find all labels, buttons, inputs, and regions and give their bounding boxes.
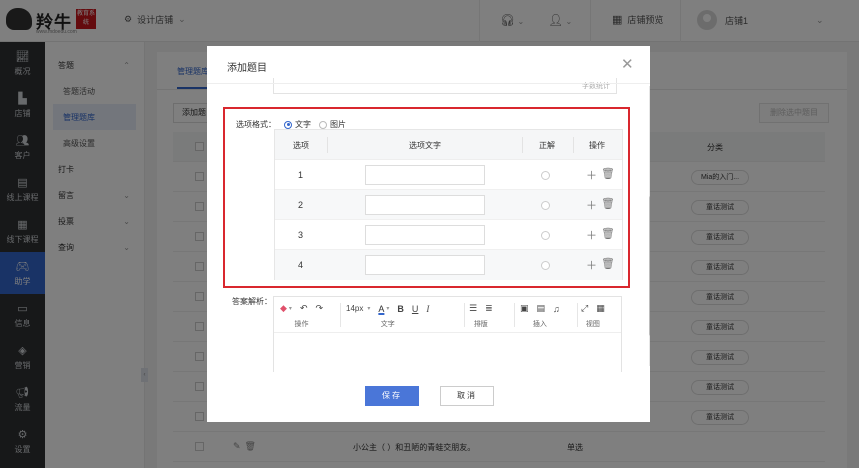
- modal-header: 添加题目 ✕: [207, 46, 650, 84]
- option-number: 4: [298, 260, 304, 270]
- trash-icon[interactable]: 🗑︎: [601, 197, 615, 213]
- toolbar-label: 操作: [294, 321, 309, 328]
- option-text-input[interactable]: [365, 195, 485, 215]
- option-actions: ＋ 🗑︎: [586, 197, 615, 213]
- undo-icon[interactable]: ↶: [300, 303, 308, 314]
- italic-icon[interactable]: I: [426, 304, 429, 314]
- col-option-text: 选项文字: [409, 141, 441, 150]
- plus-icon[interactable]: ＋: [586, 227, 597, 243]
- preview-icon[interactable]: ▦: [596, 303, 605, 314]
- toolbar-label: 文字: [380, 321, 395, 328]
- option-row: 2 ＋ 🗑︎: [275, 190, 622, 220]
- option-number: 3: [298, 230, 304, 240]
- bold-icon[interactable]: B: [397, 304, 404, 314]
- option-row: 4 ＋ 🗑︎: [275, 250, 622, 280]
- cancel-button[interactable]: 取消: [440, 386, 494, 406]
- divider: [577, 303, 578, 327]
- modal-title: 添加题目: [227, 63, 267, 74]
- toolbar-group-ops: ◆ ▾ ↶ ↷ 操作: [280, 302, 323, 329]
- option-actions: ＋ 🗑︎: [586, 227, 615, 243]
- correct-radio[interactable]: [541, 231, 550, 240]
- chevron-down-icon: ▾: [367, 306, 371, 312]
- plus-icon[interactable]: ＋: [586, 257, 597, 273]
- correct-radio[interactable]: [541, 261, 550, 270]
- toolbar-label: 排版: [473, 321, 488, 328]
- toolbar-group-insert: ▣ ▤ ♫ 插入: [520, 302, 560, 329]
- plus-icon[interactable]: ＋: [586, 197, 597, 213]
- align-icon[interactable]: ☰: [469, 303, 477, 314]
- radio-checked-icon: [284, 120, 292, 129]
- divider: [522, 137, 523, 153]
- fullscreen-icon[interactable]: ⤢: [581, 303, 588, 314]
- options-table-header: 选项 选项文字 正解 操作: [275, 130, 622, 160]
- video-icon[interactable]: ▤: [537, 303, 546, 314]
- option-number: 2: [298, 200, 304, 210]
- font-color-icon[interactable]: A: [378, 304, 384, 314]
- underline-icon[interactable]: U: [412, 304, 419, 314]
- analysis-label: 答案解析：: [232, 297, 272, 306]
- trash-icon[interactable]: 🗑︎: [601, 227, 615, 243]
- radio-unchecked-icon: [319, 120, 327, 129]
- trash-icon[interactable]: 🗑︎: [601, 167, 615, 183]
- col-correct: 正解: [539, 141, 555, 150]
- indent-icon[interactable]: ≣: [485, 303, 493, 314]
- divider: [327, 137, 328, 153]
- divider: [573, 137, 574, 153]
- option-actions: ＋ 🗑︎: [586, 167, 615, 183]
- eraser-icon[interactable]: ◆: [280, 303, 287, 314]
- correct-radio[interactable]: [541, 201, 550, 210]
- divider: [514, 303, 515, 327]
- toolbar-label: 插入: [532, 321, 547, 328]
- option-row: 1 ＋ 🗑︎: [275, 160, 622, 190]
- trash-icon[interactable]: 🗑︎: [601, 257, 615, 273]
- image-icon[interactable]: ▣: [520, 303, 529, 314]
- options-table: 选项 选项文字 正解 操作 1 ＋ 🗑︎ 2 ＋ 🗑︎ 3 ＋ 🗑︎ 4 ＋ 🗑…: [274, 129, 623, 280]
- col-ops: 操作: [589, 141, 605, 150]
- correct-radio[interactable]: [541, 171, 550, 180]
- editor-toolbar: ◆ ▾ ↶ ↷ 操作 14px ▾ A ▾ B U I 文字 ☰ ≣ 排版 ▣ …: [274, 297, 621, 333]
- toolbar-group-view: ⤢ ▦ 视图: [581, 302, 605, 329]
- scrollbar-thumb[interactable]: [649, 196, 650, 336]
- font-size-select[interactable]: 14px: [346, 304, 363, 313]
- option-number: 1: [298, 170, 304, 180]
- modal-scrollbar[interactable]: [649, 86, 650, 366]
- chevron-down-icon: ▾: [288, 306, 292, 312]
- option-text-input[interactable]: [365, 225, 485, 245]
- option-style-label: 选项格式：: [236, 120, 276, 129]
- option-actions: ＋ 🗑︎: [586, 257, 615, 273]
- divider: [464, 303, 465, 327]
- plus-icon[interactable]: ＋: [586, 167, 597, 183]
- option-text-input[interactable]: [365, 165, 485, 185]
- toolbar-group-text: 14px ▾ A ▾ B U I 文字: [346, 302, 429, 329]
- divider: [340, 303, 341, 327]
- toolbar-label: 视图: [585, 321, 600, 328]
- save-button[interactable]: 保存: [365, 386, 419, 406]
- col-option: 选项: [293, 141, 309, 150]
- option-text-input[interactable]: [365, 255, 485, 275]
- audio-icon[interactable]: ♫: [553, 304, 560, 314]
- toolbar-group-layout: ☰ ≣ 排版: [469, 302, 493, 329]
- option-section: 选项格式： 文字 图片 选项 选项文字 正解 操作 1 ＋ 🗑︎ 2 ＋ 🗑︎ …: [223, 107, 630, 288]
- chevron-down-icon: ▾: [386, 306, 390, 312]
- add-question-modal: 字数统计 添加题目 ✕ 选项格式： 文字 图片 选项 选项文字 正解 操作 1 …: [207, 46, 650, 422]
- option-row: 3 ＋ 🗑︎: [275, 220, 622, 250]
- redo-icon[interactable]: ↷: [315, 303, 323, 314]
- close-icon[interactable]: ✕: [621, 55, 634, 73]
- modal-footer: 保存 取消: [207, 372, 650, 422]
